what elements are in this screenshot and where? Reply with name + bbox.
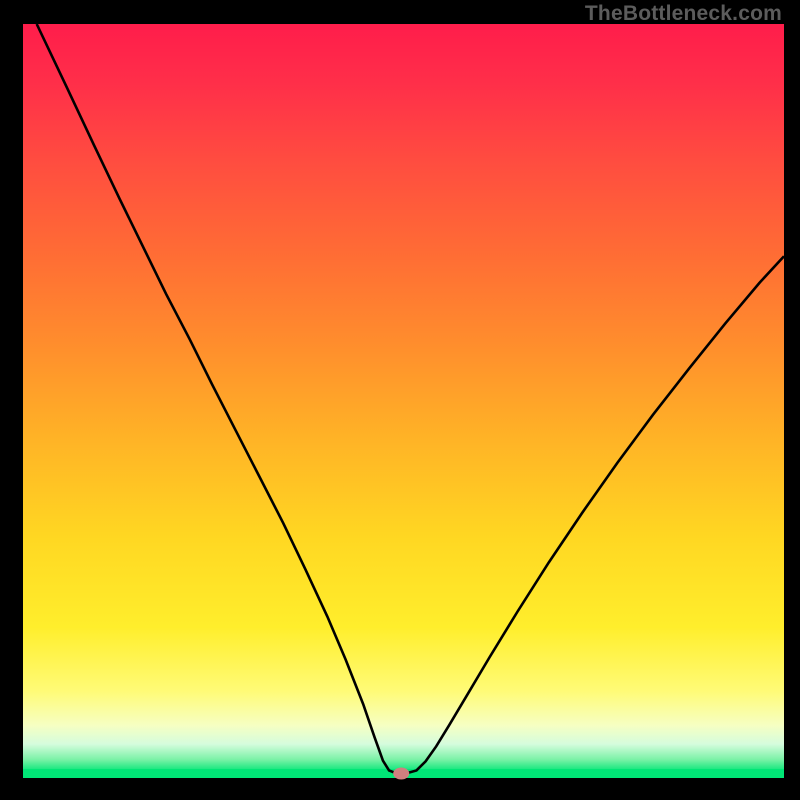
bottleneck-chart: [0, 0, 800, 800]
plot-background: [23, 24, 784, 778]
chart-frame: TheBottleneck.com: [0, 0, 800, 800]
optimum-marker: [393, 767, 409, 779]
watermark-text: TheBottleneck.com: [585, 2, 782, 26]
